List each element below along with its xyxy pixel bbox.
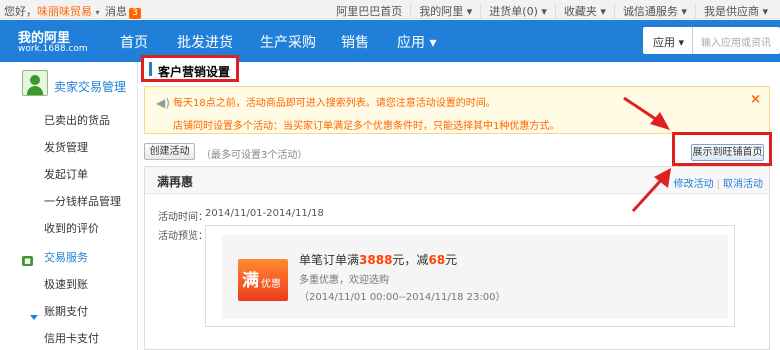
coupon-small-text: 优惠 bbox=[261, 279, 281, 290]
threshold-amount: 3888 bbox=[359, 253, 393, 267]
title-accent-bar bbox=[149, 62, 152, 76]
promotion-panel: 满再惠 修改活动 | 取消活动 活动时间： 2014/11/01-2014/11/1… bbox=[144, 166, 770, 350]
promotion-preview-card: 满 优惠 单笔订单满3888元，减68元 多重优惠，欢迎选购 （2014/11/… bbox=[205, 225, 735, 327]
sidebar-title[interactable]: 卖家交易管理 bbox=[54, 78, 126, 95]
discount-amount: 68 bbox=[428, 253, 446, 267]
link-my-ali[interactable]: 我的阿里 ▾ bbox=[410, 3, 480, 19]
preview-inner: 满 优惠 单笔订单满3888元，减68元 多重优惠，欢迎选购 （2014/11/… bbox=[222, 235, 728, 319]
notice-line-2: 店铺同时设置多个活动：当买家订单满足多个优惠条件时，只能选择其中1种优惠方式。 bbox=[173, 121, 560, 132]
messages-link[interactable]: 消息 3 bbox=[105, 3, 141, 19]
speaker-icon: ◀) bbox=[156, 96, 170, 110]
sidebar-item-create-order[interactable]: 发起订单 bbox=[44, 166, 88, 182]
sidebar-item-sample[interactable]: 一分钱样品管理 bbox=[44, 193, 121, 209]
nav-wholesale[interactable]: 批发进货 bbox=[177, 32, 233, 52]
coupon-icon: 满 优惠 bbox=[238, 259, 288, 301]
link-alibaba-home[interactable]: 阿里巴巴首页 bbox=[328, 3, 410, 19]
activity-limit-hint: （最多可设置3个活动） bbox=[201, 150, 308, 161]
search-box: 应用 ▾ 输入应用或资讯 bbox=[643, 27, 780, 54]
sidebar: 卖家交易管理 已卖出的货品 发货管理 发起订单 ■ 一分钱样品管理 收到的评价 … bbox=[0, 62, 138, 350]
notice-box: ◀) 每天18点之前，活动商品即可进入搜索列表。请您注意活动设置的时间。 店铺同… bbox=[144, 86, 770, 134]
promotion-slogan: 多重优惠，欢迎选购 bbox=[299, 275, 389, 286]
sidebar-item-shipping[interactable]: 发货管理 bbox=[44, 139, 88, 155]
edit-activity-link[interactable]: 修改活动 bbox=[674, 179, 714, 190]
greeting-text: 您好， bbox=[4, 5, 37, 18]
seller-avatar-icon bbox=[22, 70, 48, 96]
promotion-actions: 修改活动 | 取消活动 bbox=[674, 175, 763, 190]
nav-sales[interactable]: 销售 bbox=[341, 32, 369, 52]
main-nav: 我的阿里 work.1688.com 首页 批发进货 生产采购 销售 应用 ▾ … bbox=[0, 20, 780, 62]
search-input[interactable]: 输入应用或资讯 bbox=[701, 34, 771, 49]
sidebar-section-trade-service[interactable]: 交易服务 bbox=[44, 249, 88, 265]
close-icon[interactable]: × bbox=[750, 92, 761, 107]
time-label: 活动时间： bbox=[158, 212, 208, 223]
sidebar-item-term-pay[interactable]: 账期支付 bbox=[44, 303, 88, 319]
username-link[interactable]: 味丽味贸易 ▾ bbox=[37, 3, 100, 19]
time-value: 2014/11/01-2014/11/18 bbox=[205, 208, 324, 219]
show-on-shop-home-button[interactable]: 展示到旺铺首页 bbox=[691, 144, 764, 161]
username-text: 味丽味贸易 bbox=[37, 5, 92, 18]
collapse-triangle-icon[interactable] bbox=[30, 315, 38, 320]
cancel-activity-link[interactable]: 取消活动 bbox=[723, 179, 763, 190]
page-title: 客户营销设置 bbox=[158, 65, 231, 79]
link-supplier[interactable]: 我是供应商 ▾ bbox=[694, 3, 776, 19]
rule-middle: 元，减 bbox=[392, 253, 429, 267]
messages-label: 消息 bbox=[105, 5, 127, 18]
page-title-highlight: 客户营销设置 bbox=[141, 55, 239, 82]
rule-suffix: 元 bbox=[445, 253, 458, 267]
notice-line-1: 每天18点之前，活动商品即可进入搜索列表。请您注意活动设置的时间。 bbox=[173, 98, 496, 109]
link-trust-service[interactable]: 诚信通服务 ▾ bbox=[613, 3, 695, 19]
messages-count-badge: 3 bbox=[129, 8, 141, 19]
sidebar-item-sold-goods[interactable]: 已卖出的货品 bbox=[44, 112, 110, 128]
promotion-rule: 单笔订单满3888元，减68元 bbox=[299, 251, 457, 268]
promotion-title: 满再惠 bbox=[157, 175, 194, 189]
shop-icon: ■ bbox=[22, 256, 33, 266]
divider: | bbox=[716, 179, 720, 190]
promotion-period: （2014/11/01 00:00--2014/11/18 23:00） bbox=[299, 292, 506, 303]
create-activity-button[interactable]: 创建活动 bbox=[144, 143, 195, 160]
logo-url: work.1688.com bbox=[18, 44, 88, 54]
sidebar-item-fast-pay[interactable]: 极速到账 bbox=[44, 276, 88, 292]
show-home-highlight: 展示到旺铺首页 bbox=[672, 132, 772, 166]
promotion-header: 满再惠 修改活动 | 取消活动 bbox=[145, 167, 769, 194]
top-utility-bar: 您好， 味丽味贸易 ▾ 消息 3 阿里巴巴首页 我的阿里 ▾ 进货单(0) ▾ 收… bbox=[0, 0, 780, 19]
nav-apps[interactable]: 应用 ▾ bbox=[397, 32, 436, 52]
chevron-down-icon: ▾ bbox=[95, 8, 100, 17]
nav-home[interactable]: 首页 bbox=[120, 32, 148, 52]
sidebar-item-reviews[interactable]: 收到的评价 bbox=[44, 220, 99, 236]
link-cart[interactable]: 进货单(0) ▾ bbox=[480, 3, 555, 19]
top-links: 阿里巴巴首页 我的阿里 ▾ 进货单(0) ▾ 收藏夹 ▾ 诚信通服务 ▾ 我是供… bbox=[328, 3, 776, 19]
preview-label: 活动预览： bbox=[158, 231, 208, 242]
link-favorites[interactable]: 收藏夹 ▾ bbox=[554, 3, 614, 19]
search-category-select[interactable]: 应用 ▾ bbox=[643, 27, 693, 54]
sidebar-item-credit-card[interactable]: 信用卡支付 bbox=[44, 330, 99, 346]
rule-prefix: 单笔订单满 bbox=[299, 253, 360, 267]
coupon-big-text: 满 bbox=[242, 271, 259, 291]
nav-production[interactable]: 生产采购 bbox=[260, 32, 316, 52]
